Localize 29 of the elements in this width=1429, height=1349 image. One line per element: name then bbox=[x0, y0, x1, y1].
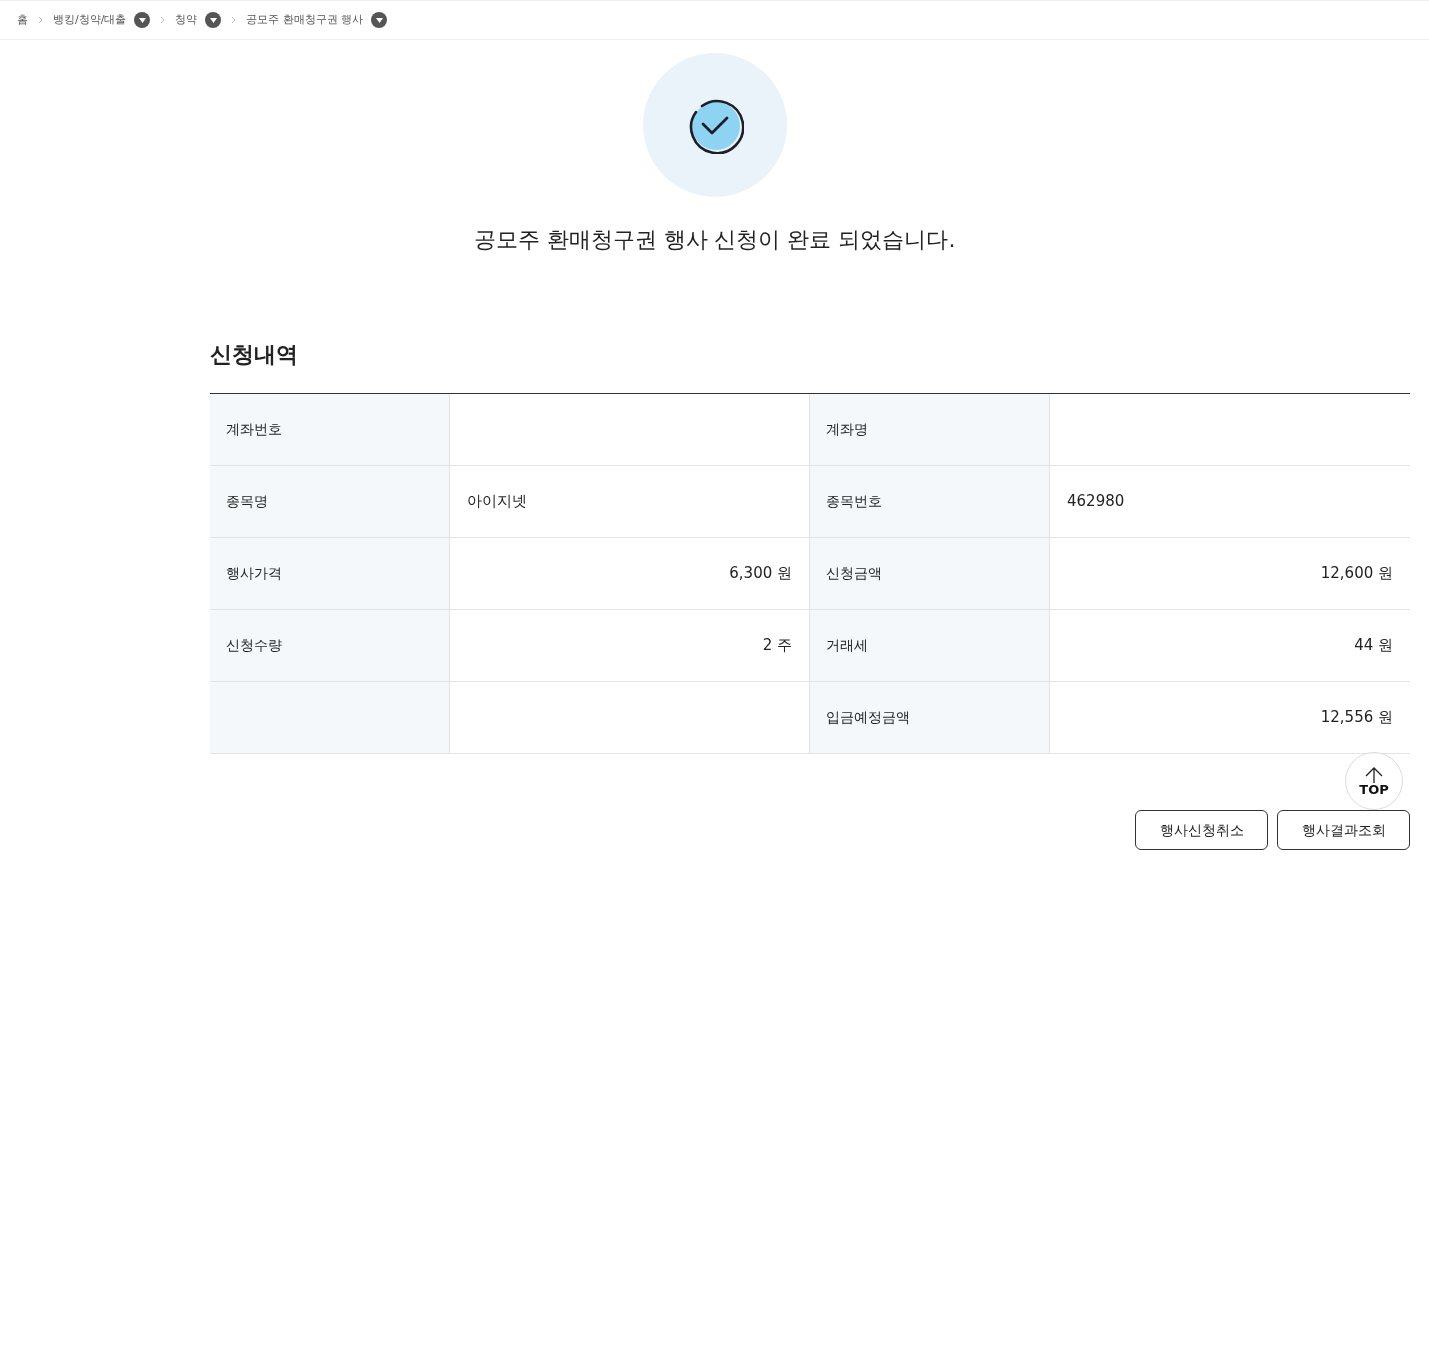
dropdown-caret-icon[interactable] bbox=[205, 12, 222, 28]
outline-button[interactable]: 행사신청취소 bbox=[1135, 810, 1268, 850]
up-arrow-icon bbox=[1364, 766, 1384, 783]
dropdown-caret-icon[interactable] bbox=[134, 12, 151, 28]
dropdown-caret-icon[interactable] bbox=[371, 12, 388, 28]
completion-message: 공모주 환매청구권 행사 신청이 완료 되었습니다. bbox=[472, 226, 957, 254]
chevron-icon bbox=[231, 16, 237, 24]
field-label: 종목번호 bbox=[810, 466, 1050, 537]
field-label: 입금예정금액 bbox=[810, 682, 1050, 753]
field-label: 계좌명 bbox=[810, 394, 1050, 465]
breadcrumb-link[interactable]: 뱅킹/청약/대출 bbox=[53, 11, 127, 29]
chevron-icon bbox=[38, 16, 43, 24]
field-label: 종목명 bbox=[210, 466, 450, 537]
chevron-icon bbox=[160, 16, 166, 24]
breadcrumb-link[interactable]: 공모주 환매청구권 행사 bbox=[246, 11, 364, 29]
field-label: 거래세 bbox=[810, 610, 1050, 681]
outline-button[interactable]: 행사결과조회 bbox=[1277, 810, 1410, 850]
field-value: 12,600 원 bbox=[1319, 563, 1394, 585]
field-value: 44 원 bbox=[1353, 635, 1394, 657]
field-value: 462980 bbox=[1066, 491, 1126, 513]
field-value: 12,556 원 bbox=[1319, 707, 1394, 729]
scroll-top-button[interactable]: TOP bbox=[1345, 752, 1403, 810]
field-label: 행사가격 bbox=[210, 538, 450, 609]
field-label: 신청수량 bbox=[210, 610, 450, 681]
breadcrumb-link[interactable]: 홈 bbox=[17, 11, 28, 29]
section-title: 신청내역 bbox=[210, 341, 299, 369]
breadcrumb-link[interactable]: 청약 bbox=[175, 11, 198, 29]
field-label: 신청금액 bbox=[810, 538, 1050, 609]
field-label: 계좌번호 bbox=[210, 394, 450, 465]
